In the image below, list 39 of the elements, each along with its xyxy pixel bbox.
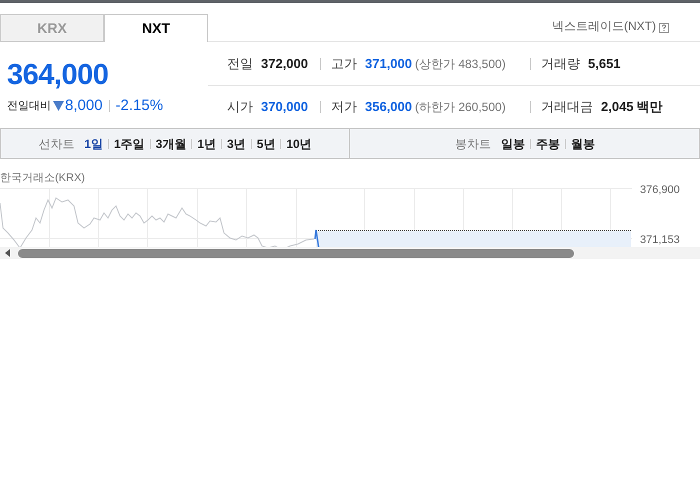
scrollbar-thumb[interactable] — [18, 248, 574, 258]
period-tab[interactable]: 5년 — [256, 134, 276, 152]
period-tab[interactable]: 3년 — [227, 134, 246, 152]
stat-label: 거래량 — [541, 54, 580, 73]
limit-price: (상한가 483,500) — [415, 56, 506, 72]
stat-label: 전일 — [227, 54, 253, 73]
stat-label: 고가 — [331, 54, 357, 73]
period-tab[interactable]: 3개월 — [156, 134, 186, 152]
limit-price: (하한가 260,500) — [415, 99, 506, 116]
help-icon[interactable] — [659, 23, 669, 33]
change-label: 전일대비 — [7, 99, 51, 114]
stat-value: 2,045 — [601, 98, 634, 116]
period-tab[interactable]: 주봉 — [536, 134, 560, 152]
change-rate: -2.15% — [116, 96, 164, 116]
exchange-label: 넥스트레이드(NXT) — [552, 18, 656, 35]
axis-label: 371,153 — [640, 233, 680, 248]
period-tab[interactable]: 10년 — [286, 134, 312, 152]
scroll-left-icon[interactable] — [5, 249, 10, 257]
current-price: 364,000 — [7, 59, 110, 91]
stat-label: 저가 — [331, 98, 357, 116]
stat-value: 371,000 — [365, 54, 412, 73]
change-amount: 8,000 — [65, 96, 103, 116]
period-tab[interactable]: 1년 — [197, 134, 216, 152]
stat-value: 356,000 — [365, 98, 412, 116]
stat-unit: 백만 — [636, 98, 663, 116]
stat-value: 370,000 — [261, 98, 308, 116]
stat-label: 거래대금 — [541, 98, 593, 116]
chart-type-label: 봉차트 — [455, 136, 491, 152]
period-tab[interactable]: 1일 — [84, 134, 103, 152]
chart-type-label: 선차트 — [38, 136, 74, 152]
stat-value: 5,651 — [588, 54, 621, 73]
market-tab[interactable]: NXT — [104, 14, 208, 42]
period-tab[interactable]: 1주일 — [114, 134, 145, 152]
chart-source-label: 한국거래소(KRX) — [0, 171, 86, 184]
stat-label: 시가 — [227, 98, 253, 116]
stat-value: 372,000 — [261, 54, 308, 73]
axis-label: 376,900 — [640, 183, 680, 198]
period-tab[interactable]: 일봉 — [501, 134, 525, 152]
period-tab[interactable]: 월봉 — [571, 134, 595, 152]
